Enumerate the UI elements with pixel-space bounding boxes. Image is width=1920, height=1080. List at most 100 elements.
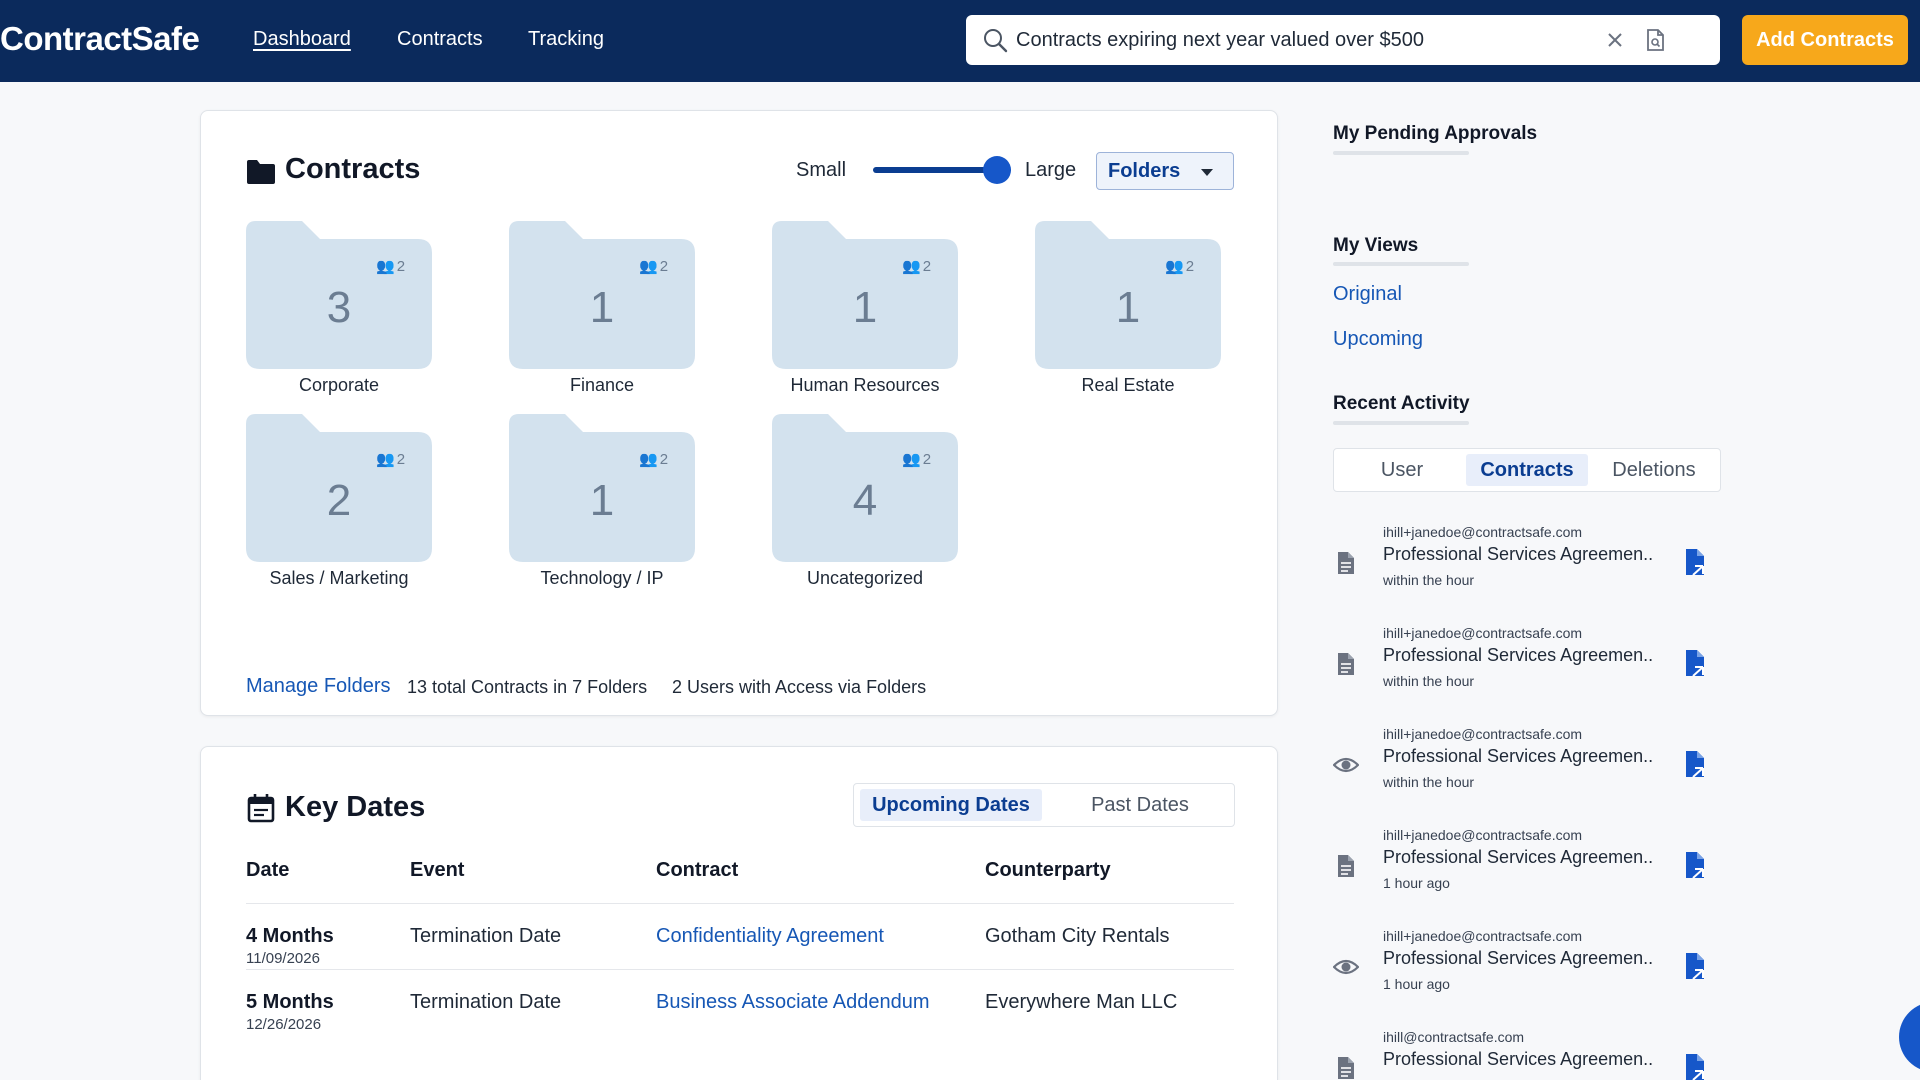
- top-navigation-bar: ContractSafe Dashboard Contracts Trackin…: [0, 0, 1920, 82]
- document-icon: [1338, 653, 1354, 675]
- users-icon: 👥: [639, 258, 658, 275]
- help-chat-button[interactable]: [1899, 1002, 1920, 1072]
- contracts-title: Contracts: [285, 153, 421, 185]
- activity-contract-title: Professional Services Agreemen...: [1383, 847, 1653, 867]
- pending-approvals-title: My Pending Approvals: [1333, 123, 1538, 144]
- folder-name: Technology / IP: [540, 568, 664, 588]
- row-event: Termination Date: [410, 991, 562, 1013]
- recent-activity-title: Recent Activity: [1333, 393, 1470, 414]
- activity-user-email: ihill+janedoe@contractsafe.com: [1383, 726, 1583, 742]
- search-icon: [984, 29, 1008, 53]
- document-icon: [1338, 1057, 1354, 1079]
- add-contracts-button[interactable]: Add Contracts: [1742, 15, 1908, 65]
- document-search-icon[interactable]: [1642, 27, 1668, 53]
- folder-name: Sales / Marketing: [269, 568, 409, 588]
- open-contract-icon[interactable]: [1681, 1053, 1709, 1080]
- folder-count: 1: [1115, 283, 1141, 332]
- row-event: Termination Date: [410, 925, 562, 947]
- activity-user-email: ihill+janedoe@contractsafe.com: [1383, 625, 1583, 641]
- users-icon: 👥: [639, 451, 658, 468]
- activity-time: within the hour: [1383, 673, 1475, 689]
- open-contract-icon[interactable]: [1681, 548, 1709, 576]
- activity-user-email: ihill@contractsafe.com: [1383, 1029, 1525, 1045]
- folder-name: Corporate: [298, 375, 380, 395]
- activity-contract-title: Professional Services Agreemen...: [1383, 1049, 1653, 1069]
- nav-contracts[interactable]: Contracts: [397, 28, 483, 51]
- open-contract-icon[interactable]: [1681, 750, 1709, 778]
- folder-count: 1: [589, 476, 615, 525]
- folder-real-estate[interactable]: 👥 2 1 Real Estate: [1035, 221, 1221, 401]
- activity-user-email: ihill+janedoe@contractsafe.com: [1383, 827, 1583, 843]
- tab-upcoming-dates[interactable]: Upcoming Dates: [860, 789, 1042, 821]
- activity-item[interactable]: ihill+janedoe@contractsafe.com Profession…: [1333, 827, 1721, 917]
- folder-users: 👥 2: [376, 450, 406, 469]
- open-contract-icon[interactable]: [1681, 851, 1709, 879]
- tab-past-dates[interactable]: Past Dates: [1050, 789, 1230, 821]
- activity-user-email: ihill+janedoe@contractsafe.com: [1383, 928, 1583, 944]
- activity-item[interactable]: ihill+janedoe@contractsafe.com Profession…: [1333, 928, 1721, 1018]
- row-contract-link[interactable]: Business Associate Addendum: [656, 991, 930, 1014]
- column-header-date: Date: [246, 859, 290, 881]
- folder-technology-ip[interactable]: 👥 2 1 Technology / IP: [509, 414, 695, 594]
- key-dates-title: Key Dates: [285, 791, 426, 823]
- activity-contract-title: Professional Services Agreemen...: [1383, 645, 1653, 665]
- section-underline: [1333, 421, 1469, 425]
- activity-item[interactable]: ihill+janedoe@contractsafe.com Profession…: [1333, 726, 1721, 816]
- clear-search-icon[interactable]: [1602, 27, 1628, 53]
- eye-icon: [1333, 959, 1359, 975]
- folder-count: 1: [852, 283, 878, 332]
- nav-tracking[interactable]: Tracking: [528, 28, 604, 51]
- folder-users: 👥 2: [376, 257, 406, 276]
- key-dates-tabs: Upcoming Dates Past Dates: [853, 783, 1235, 827]
- activity-item[interactable]: ihill@contractsafe.com Professional Servi…: [1333, 1029, 1721, 1080]
- users-icon: 👥: [376, 451, 395, 468]
- users-access-text: 2 Users with Access via Folders: [672, 677, 927, 697]
- chevron-down-icon: [1201, 169, 1213, 176]
- row-date: 11/09/2026: [246, 950, 320, 967]
- open-contract-icon[interactable]: [1681, 952, 1709, 980]
- calendar-icon: [247, 794, 275, 823]
- folder-count: 1: [589, 283, 615, 332]
- folder-users: 👥 2: [639, 450, 669, 469]
- view-link-upcoming[interactable]: Upcoming: [1333, 328, 1423, 351]
- folder-size-slider-handle[interactable]: [983, 156, 1011, 184]
- folder-users: 👥 2: [902, 257, 932, 276]
- activity-contract-title: Professional Services Agreemen...: [1383, 746, 1653, 766]
- row-counterparty: Everywhere Man LLC: [985, 991, 1178, 1013]
- tab-user[interactable]: User: [1340, 454, 1464, 486]
- folder-users: 👥 2: [1165, 257, 1195, 276]
- row-divider: [246, 969, 1234, 970]
- folder-icon: [247, 160, 275, 184]
- search-input[interactable]: [1016, 24, 1596, 56]
- manage-folders-link[interactable]: Manage Folders: [246, 675, 391, 698]
- activity-item[interactable]: ihill+janedoe@contractsafe.com Profession…: [1333, 524, 1721, 614]
- app-logo[interactable]: ContractSafe: [0, 20, 200, 58]
- view-link-original[interactable]: Original: [1333, 283, 1402, 306]
- folder-finance[interactable]: 👥 2 1 Finance: [509, 221, 695, 401]
- contracts-card: Contracts Small Large Folders 👥 2 3 Corpo…: [200, 110, 1278, 716]
- folder-count: 2: [326, 476, 352, 525]
- my-views-title: My Views: [1333, 235, 1419, 256]
- tab-contracts[interactable]: Contracts: [1466, 454, 1588, 486]
- key-dates-card: Key Dates Upcoming Dates Past Dates Date…: [200, 746, 1278, 1080]
- folder-uncategorized[interactable]: 👥 2 4 Uncategorized: [772, 414, 958, 594]
- activity-item[interactable]: ihill+janedoe@contractsafe.com Profession…: [1333, 625, 1721, 715]
- open-contract-icon[interactable]: [1681, 649, 1709, 677]
- tab-deletions[interactable]: Deletions: [1592, 454, 1716, 486]
- row-relative-date: 4 Months: [246, 925, 334, 947]
- activity-tabs: User Contracts Deletions: [1333, 448, 1721, 492]
- folder-corporate[interactable]: 👥 2 3 Corporate: [246, 221, 432, 401]
- row-contract-link[interactable]: Confidentiality Agreement: [656, 925, 884, 948]
- folder-name: Finance: [569, 375, 635, 395]
- folder-sales-marketing[interactable]: 👥 2 2 Sales / Marketing: [246, 414, 432, 594]
- eye-icon: [1333, 757, 1359, 773]
- size-small-label: Small: [796, 159, 847, 181]
- section-underline: [1333, 262, 1469, 266]
- row-counterparty: Gotham City Rentals: [985, 925, 1170, 947]
- activity-time: within the hour: [1383, 572, 1475, 588]
- users-icon: 👥: [902, 451, 921, 468]
- view-mode-select[interactable]: Folders: [1096, 152, 1234, 190]
- nav-dashboard[interactable]: Dashboard: [253, 28, 351, 51]
- folder-human-resources[interactable]: 👥 2 1 Human Resources: [772, 221, 958, 401]
- folder-count: 3: [326, 283, 352, 332]
